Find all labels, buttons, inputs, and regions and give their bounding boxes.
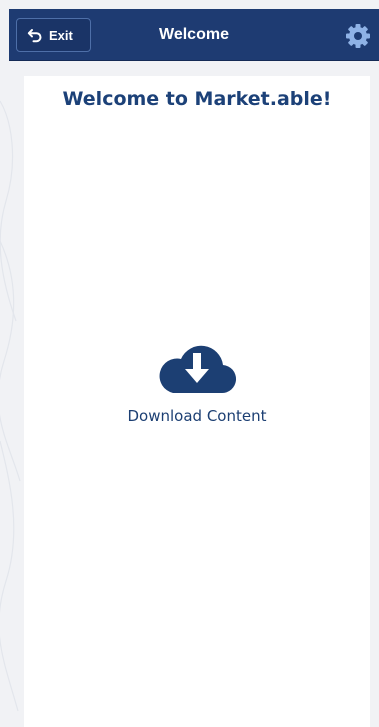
download-content-label: Download Content: [127, 407, 267, 425]
settings-button[interactable]: [343, 21, 373, 51]
app-screen: Exit Welcome Welcome to Market.able! Dow…: [0, 0, 379, 727]
download-content-button[interactable]: Download Content: [24, 339, 370, 425]
exit-label: Exit: [49, 27, 73, 43]
welcome-heading: Welcome to Market.able!: [62, 88, 332, 110]
background-pattern: [0, 100, 21, 712]
cloud-download-icon: [159, 345, 237, 394]
undo-arrow-icon: [27, 29, 42, 43]
welcome-card: Welcome to Market.able! Download Content: [24, 76, 370, 727]
header-bar: Exit Welcome: [9, 9, 379, 61]
exit-button[interactable]: Exit: [16, 18, 91, 52]
gear-icon: [346, 24, 370, 48]
